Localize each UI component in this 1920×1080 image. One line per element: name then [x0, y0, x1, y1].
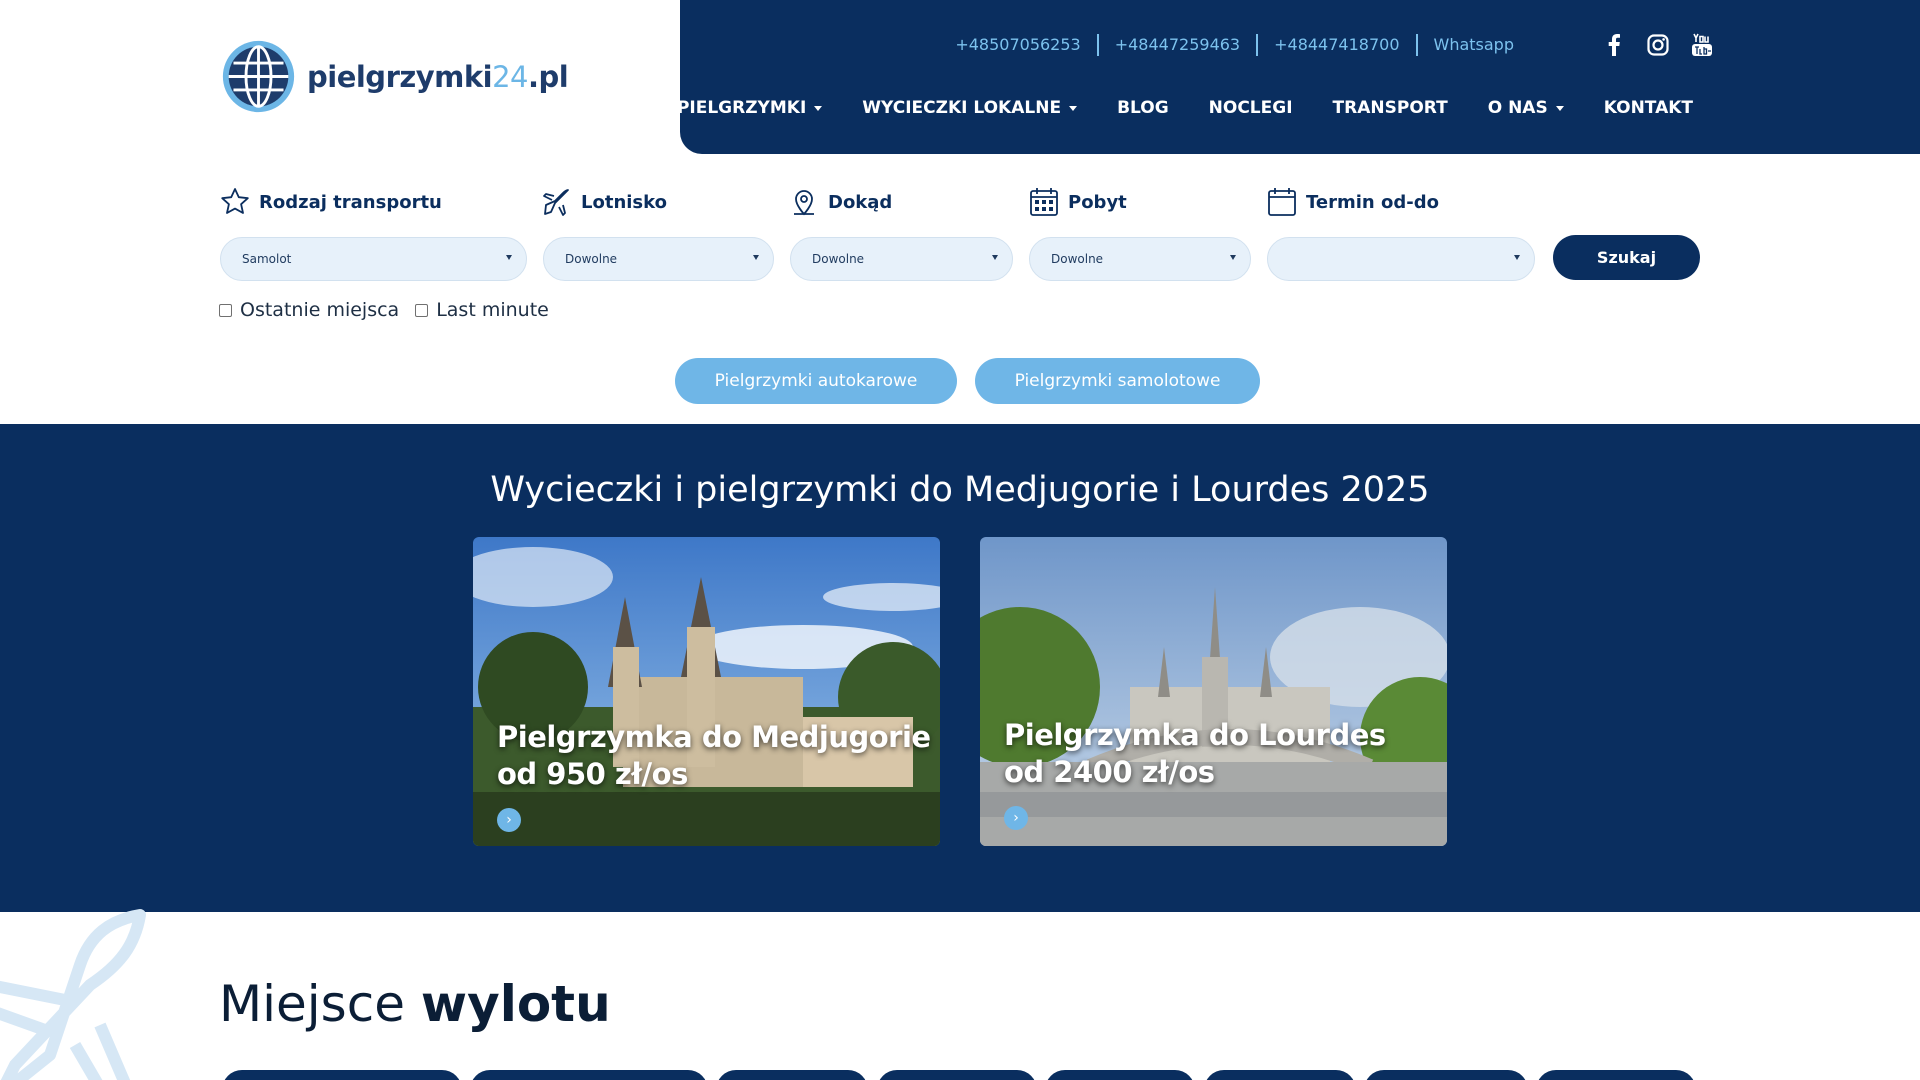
medjugorie-card-text: Pielgrzymka do Medjugorie od 950 zł/os [497, 720, 931, 791]
youtube-icon[interactable] [1689, 32, 1715, 58]
stay-select[interactable]: Dowolne [1029, 237, 1251, 281]
caret-down-icon [1555, 105, 1564, 111]
caret-down-icon [814, 105, 823, 111]
nav-wycieczki-lokalne[interactable]: WYCIECZKI LOKALNE [862, 98, 1078, 118]
star-icon [221, 188, 249, 214]
dates-select[interactable] [1267, 237, 1535, 281]
nav-o-nas[interactable]: O NAS [1488, 98, 1564, 118]
bus-pilgrimages-button[interactable]: Pielgrzymki autokarowe [675, 358, 957, 404]
lourdes-card[interactable]: Pielgrzymka do Lourdes od 2400 zł/os › [980, 537, 1447, 846]
last-seats-checkbox[interactable]: Ostatnie miejsca [219, 299, 399, 321]
airport-label: Lotnisko [541, 186, 667, 218]
contact-links: +48507056253 +48447259463 +48447418700 W… [939, 34, 1530, 56]
search-filters: Ostatnie miejsca Last minute [219, 299, 549, 321]
chevron-right-icon[interactable]: › [497, 808, 521, 832]
departure-tab[interactable] [877, 1070, 1037, 1080]
chevron-down-icon [992, 255, 998, 260]
departure-tab[interactable] [222, 1070, 462, 1080]
header-panel [680, 0, 1920, 154]
airplane-watermark-icon [0, 909, 146, 1080]
instagram-icon[interactable] [1645, 32, 1671, 58]
departure-tab[interactable] [1364, 1070, 1528, 1080]
whatsapp-link[interactable]: Whatsapp [1418, 34, 1531, 56]
lourdes-card-text: Pielgrzymka do Lourdes od 2400 zł/os [1004, 718, 1386, 789]
social-links [1601, 32, 1715, 58]
departure-tab[interactable] [1536, 1070, 1696, 1080]
caret-down-icon [1069, 105, 1078, 111]
destination-label: Dokąd [788, 186, 892, 218]
destination-select[interactable]: Dowolne [790, 237, 1013, 281]
nav-noclegi[interactable]: NOCLEGI [1209, 98, 1293, 118]
stay-label: Pobyt [1028, 186, 1127, 218]
chevron-down-icon [1230, 255, 1236, 260]
nav-kontakt[interactable]: KONTAKT [1604, 98, 1693, 118]
medjugorie-card[interactable]: Pielgrzymka do Medjugorie od 950 zł/os › [473, 537, 940, 846]
facebook-icon[interactable] [1601, 32, 1627, 58]
departure-tab[interactable] [1045, 1070, 1195, 1080]
main-navigation: PIELGRZYMKI WYCIECZKI LOKALNE BLOG NOCLE… [677, 98, 1693, 118]
chevron-down-icon [753, 255, 759, 260]
logo-text: pielgrzymki24.pl [307, 59, 569, 94]
plane-pilgrimages-button[interactable]: Pielgrzymki samolotowe [975, 358, 1260, 404]
departures-title: Miejsce wylotu [219, 975, 611, 1033]
checkbox-box[interactable] [415, 303, 429, 317]
map-pin-icon [794, 190, 814, 216]
last-minute-checkbox[interactable]: Last minute [415, 299, 549, 321]
nav-transport[interactable]: TRANSPORT [1333, 98, 1448, 118]
lourdes-basilica-image [980, 537, 1447, 846]
transport-select[interactable]: Samolot [220, 237, 527, 281]
departure-tab[interactable] [470, 1070, 708, 1080]
featured-title: Wycieczki i pielgrzymki do Medjugorie i … [490, 470, 1430, 510]
departure-tab[interactable] [716, 1070, 868, 1080]
phone-link-2[interactable]: +48447259463 [1099, 34, 1259, 56]
phone-link-1[interactable]: +48507056253 [939, 34, 1099, 56]
phone-link-3[interactable]: +48447418700 [1258, 34, 1418, 56]
search-button[interactable]: Szukaj [1553, 235, 1700, 280]
globe-logo-icon [222, 40, 295, 113]
medjugorie-church-image [473, 537, 940, 846]
chevron-right-icon[interactable]: › [1004, 806, 1028, 830]
site-logo[interactable]: pielgrzymki24.pl [220, 38, 569, 115]
calendar-grid-icon [1030, 188, 1058, 216]
departure-tab[interactable] [1204, 1070, 1356, 1080]
chevron-down-icon [506, 255, 512, 260]
calendar-icon [1268, 188, 1296, 216]
airport-select[interactable]: Dowolne [543, 237, 774, 281]
transport-label: Rodzaj transportu [219, 186, 442, 218]
nav-pielgrzymki[interactable]: PIELGRZYMKI [677, 98, 823, 118]
chevron-down-icon [1514, 255, 1520, 260]
checkbox-box[interactable] [219, 303, 232, 317]
nav-blog[interactable]: BLOG [1117, 98, 1169, 118]
dates-label: Termin od-do [1266, 186, 1439, 218]
airplane-icon [543, 189, 569, 216]
